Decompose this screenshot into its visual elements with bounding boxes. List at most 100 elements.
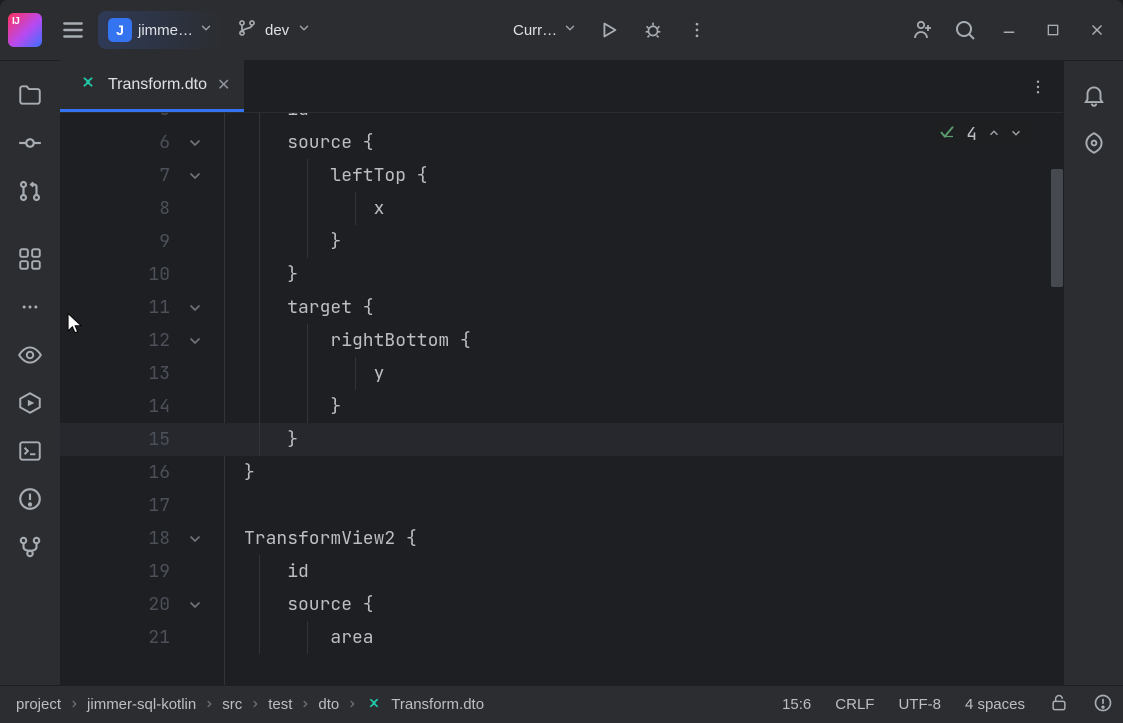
code-line[interactable]: 18 TransformView2 { xyxy=(60,522,1063,555)
breadcrumb-item[interactable]: dto xyxy=(318,696,339,713)
code-line[interactable]: 19 id xyxy=(60,555,1063,588)
prev-highlight-icon[interactable] xyxy=(987,124,1001,145)
tab-transform-dto[interactable]: Transform.dto ✕ xyxy=(60,60,244,112)
readonly-toggle-icon[interactable] xyxy=(1049,693,1069,717)
code-text: y xyxy=(210,362,384,385)
inspection-check-icon xyxy=(938,123,956,146)
code-text: leftTop { xyxy=(210,164,428,187)
code-with-me-button[interactable] xyxy=(901,10,941,50)
fold-toggle[interactable] xyxy=(180,333,210,349)
line-number: 6 xyxy=(60,131,180,154)
fold-toggle[interactable] xyxy=(180,531,210,547)
line-number: 18 xyxy=(60,527,180,550)
code-text: id xyxy=(210,113,309,121)
code-line[interactable]: 15 } xyxy=(60,423,1063,456)
code-text: } xyxy=(210,428,298,451)
structure-tool-button[interactable] xyxy=(10,239,50,279)
more-tools-button[interactable] xyxy=(10,287,50,327)
code-text: id xyxy=(210,560,309,583)
search-everywhere-button[interactable] xyxy=(945,10,985,50)
editor-area: Transform.dto ✕ 5 id6 source {7 leftTop … xyxy=(60,61,1063,685)
window-maximize-button[interactable] xyxy=(1033,10,1073,50)
code-editor[interactable]: 5 id6 source {7 leftTop {8 x9 }10 }11 ta… xyxy=(60,113,1063,685)
run-button[interactable] xyxy=(589,10,629,50)
code-text: TransformView2 { xyxy=(210,527,417,550)
breadcrumb-item[interactable]: jimmer-sql-kotlin xyxy=(87,696,196,713)
file-encoding[interactable]: UTF-8 xyxy=(898,696,941,713)
project-selector[interactable]: J jimme… xyxy=(98,11,223,49)
scrollbar-thumb[interactable] xyxy=(1051,169,1063,287)
code-line[interactable]: 11 target { xyxy=(60,291,1063,324)
line-number: 9 xyxy=(60,230,180,253)
code-line[interactable]: 12 rightBottom { xyxy=(60,324,1063,357)
code-text: area xyxy=(210,626,374,649)
breadcrumb-file-label: Transform.dto xyxy=(391,696,484,713)
close-tab-icon[interactable]: ✕ xyxy=(217,75,230,95)
code-text: } xyxy=(210,230,341,253)
services-tool-button[interactable] xyxy=(10,383,50,423)
problems-status-icon[interactable] xyxy=(1093,693,1113,717)
breadcrumb-item[interactable]: test xyxy=(268,696,292,713)
ai-assistant-button[interactable] xyxy=(1074,123,1114,163)
vcs-tool-button[interactable] xyxy=(10,527,50,567)
code-line[interactable]: 16} xyxy=(60,456,1063,489)
commit-tool-button[interactable] xyxy=(10,123,50,163)
fold-toggle[interactable] xyxy=(180,135,210,151)
next-highlight-icon[interactable] xyxy=(1009,124,1023,145)
breadcrumb-item[interactable]: project xyxy=(16,696,61,713)
fold-toggle[interactable] xyxy=(180,300,210,316)
code-line[interactable]: 14 } xyxy=(60,390,1063,423)
status-bar: project jimmer-sql-kotlin src test dto Transf… xyxy=(0,685,1123,723)
code-text: target { xyxy=(210,296,374,319)
code-line[interactable]: 10 } xyxy=(60,258,1063,291)
window-close-button[interactable] xyxy=(1077,10,1117,50)
chevron-down-icon xyxy=(563,21,577,39)
cursor-position[interactable]: 15:6 xyxy=(782,696,811,713)
project-icon: J xyxy=(108,18,132,42)
left-tool-rail xyxy=(0,61,60,685)
main-menu-button[interactable] xyxy=(52,10,94,50)
code-line[interactable]: 21 area xyxy=(60,621,1063,654)
line-number: 12 xyxy=(60,329,180,352)
right-tool-rail xyxy=(1063,61,1123,685)
dto-file-icon xyxy=(78,72,98,97)
line-number: 17 xyxy=(60,494,180,517)
code-line[interactable]: 7 leftTop { xyxy=(60,159,1063,192)
view-tool-button[interactable] xyxy=(10,335,50,375)
code-line[interactable]: 17 xyxy=(60,489,1063,522)
pull-requests-tool-button[interactable] xyxy=(10,171,50,211)
vcs-branch-selector[interactable]: dev xyxy=(227,11,321,49)
window-minimize-button[interactable] xyxy=(989,10,1029,50)
more-actions-button[interactable] xyxy=(677,10,717,50)
breadcrumb-file[interactable]: Transform.dto xyxy=(365,694,484,716)
code-text: source { xyxy=(210,593,374,616)
editor-options-button[interactable] xyxy=(1021,69,1055,105)
inspection-widget[interactable]: 4 xyxy=(932,121,1029,148)
breadcrumb-item[interactable]: src xyxy=(222,696,242,713)
code-line[interactable]: 8 x xyxy=(60,192,1063,225)
debug-button[interactable] xyxy=(633,10,673,50)
fold-toggle[interactable] xyxy=(180,597,210,613)
code-line[interactable]: 20 source { xyxy=(60,588,1063,621)
run-config-selector[interactable]: Curr… xyxy=(505,11,585,49)
code-line[interactable]: 6 source { xyxy=(60,126,1063,159)
branch-icon xyxy=(237,18,257,42)
indent-setting[interactable]: 4 spaces xyxy=(965,696,1025,713)
line-ending[interactable]: CRLF xyxy=(835,696,874,713)
breadcrumb-separator-icon xyxy=(300,696,310,713)
line-number: 16 xyxy=(60,461,180,484)
run-config-label: Curr… xyxy=(513,22,557,39)
project-tool-button[interactable] xyxy=(10,75,50,115)
fold-toggle[interactable] xyxy=(180,168,210,184)
breadcrumbs[interactable]: project jimmer-sql-kotlin src test dto Transf… xyxy=(10,694,484,716)
code-line[interactable]: 9 } xyxy=(60,225,1063,258)
line-number: 7 xyxy=(60,164,180,187)
code-text: rightBottom { xyxy=(210,329,471,352)
chevron-down-icon xyxy=(199,21,213,39)
terminal-tool-button[interactable] xyxy=(10,431,50,471)
problems-tool-button[interactable] xyxy=(10,479,50,519)
code-line[interactable]: 13 y xyxy=(60,357,1063,390)
line-number: 21 xyxy=(60,626,180,649)
code-line[interactable]: 5 id xyxy=(60,113,1063,126)
notifications-button[interactable] xyxy=(1074,75,1114,115)
